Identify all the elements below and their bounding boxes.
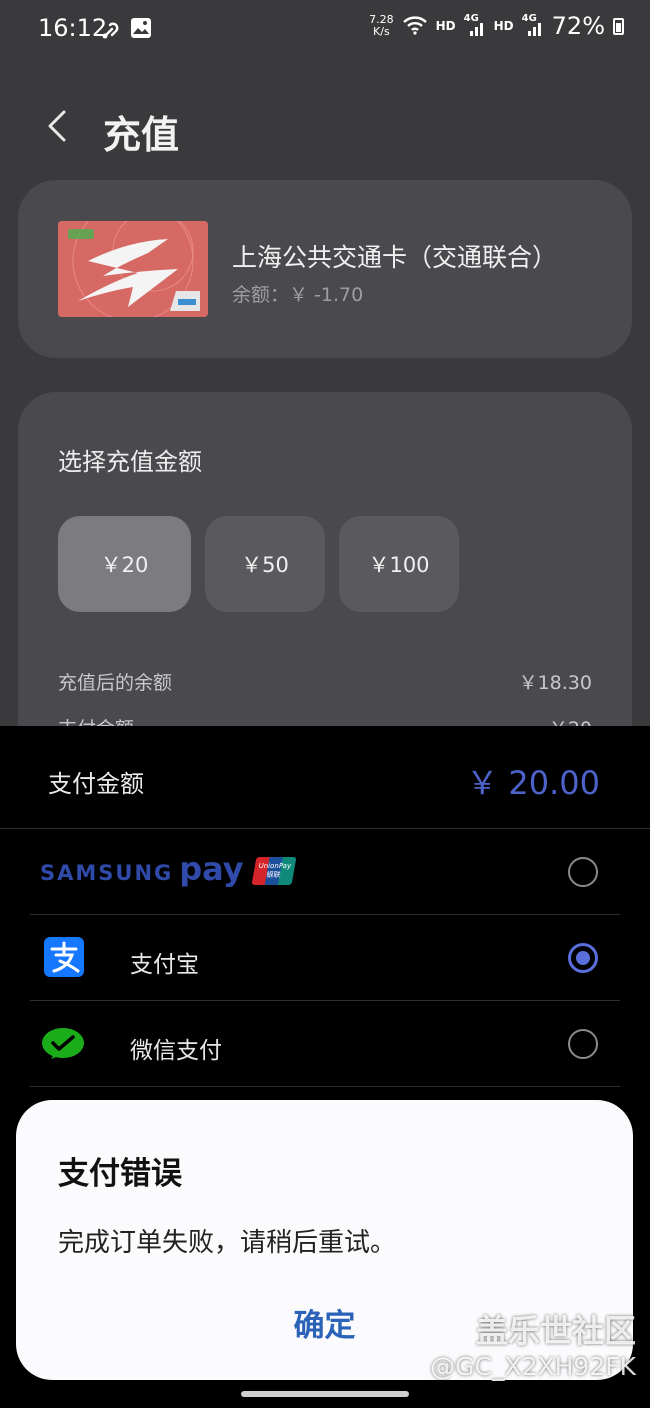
alipay-label: 支付宝 bbox=[130, 952, 199, 978]
net-speed: 7.28 K/s bbox=[369, 13, 394, 38]
unionpay-badge: UnionPay 银联 bbox=[251, 857, 297, 885]
battery-icon bbox=[613, 17, 624, 35]
home-indicator[interactable] bbox=[241, 1391, 409, 1397]
balance-after-label: 充值后的余额 bbox=[58, 672, 173, 694]
radio-samsung-pay[interactable] bbox=[568, 857, 598, 887]
status-bar: 16:12 7.28 K/s HD 4G HD 4G 72% bbox=[0, 0, 650, 60]
amount-section-title: 选择充值金额 bbox=[58, 448, 202, 476]
balance-after-value: ￥18.30 bbox=[518, 672, 592, 694]
status-right: 7.28 K/s HD 4G HD 4G 72% bbox=[369, 12, 624, 40]
amount-option-20[interactable]: ￥20 bbox=[58, 516, 191, 612]
dialog-message: 完成订单失败，请稍后重试。 bbox=[58, 1228, 397, 1258]
card-name: 上海公共交通卡（交通联合） bbox=[232, 243, 558, 272]
samsung-pay-logo: SAMSUNG pay bbox=[40, 850, 244, 888]
dialog-title: 支付错误 bbox=[58, 1156, 182, 1192]
amount-option-100[interactable]: ￥100 bbox=[339, 516, 459, 612]
card-balance: 余额：￥ -1.70 bbox=[232, 284, 364, 306]
watermark-title: 盖乐世社区 bbox=[475, 1312, 636, 1350]
wechat-pay-label: 微信支付 bbox=[130, 1038, 222, 1064]
radio-alipay[interactable] bbox=[568, 943, 598, 973]
wechat-pay-icon bbox=[41, 1027, 85, 1067]
radio-wechat-pay[interactable] bbox=[568, 1029, 598, 1059]
gallery-icon bbox=[130, 17, 152, 43]
page-title: 充值 bbox=[103, 113, 180, 157]
payment-option-alipay[interactable]: 支付宝 bbox=[0, 915, 650, 1001]
card-panel: 上海公共交通卡（交通联合） 余额：￥ -1.70 bbox=[18, 180, 632, 358]
pay-amount-label: 支付金额 bbox=[48, 770, 144, 798]
divider bbox=[30, 1086, 620, 1087]
transit-card-image bbox=[58, 221, 208, 317]
pay-amount-value: ￥ 20.00 bbox=[466, 764, 600, 802]
status-time: 16:12 bbox=[38, 14, 108, 42]
amount-option-50[interactable]: ￥50 bbox=[205, 516, 325, 612]
hd-badge-2: HD bbox=[493, 19, 514, 33]
alipay-icon bbox=[44, 937, 84, 981]
battery-percent: 72% bbox=[551, 12, 605, 40]
signal-icon: 4G bbox=[464, 13, 486, 37]
chevron-left-icon bbox=[48, 110, 66, 142]
payment-option-wechat-pay[interactable]: 微信支付 bbox=[0, 1001, 650, 1087]
payment-option-samsung-pay[interactable]: SAMSUNG pay UnionPay 银联 bbox=[0, 829, 650, 915]
hd-badge: HD bbox=[435, 19, 456, 33]
back-button[interactable] bbox=[40, 106, 80, 146]
watermark-handle: @GC_X2XH92FK bbox=[430, 1352, 636, 1381]
wifi-icon bbox=[402, 14, 428, 39]
link-icon bbox=[100, 17, 124, 45]
signal-icon-2: 4G bbox=[522, 13, 544, 37]
